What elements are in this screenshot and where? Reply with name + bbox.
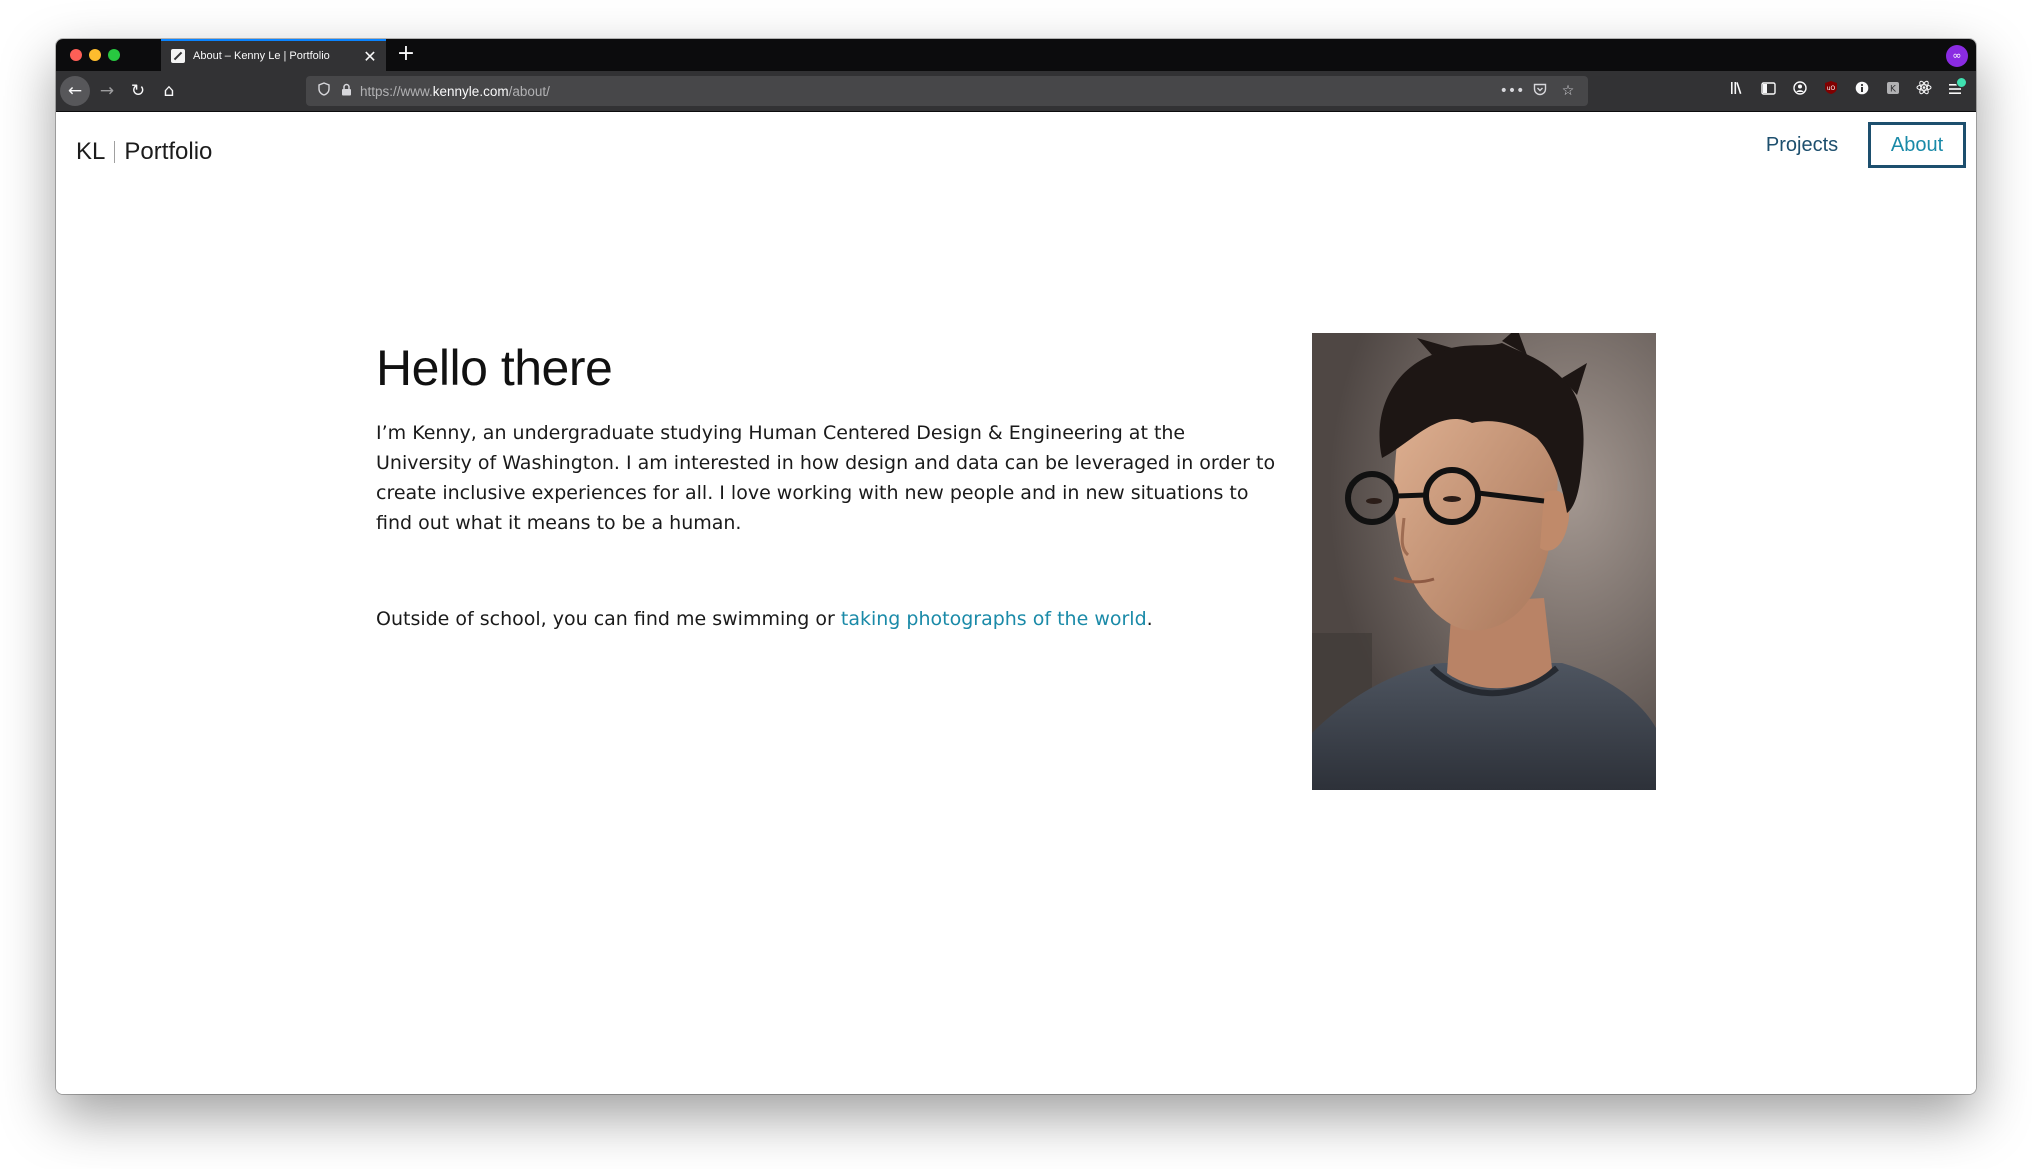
browser-tab-active[interactable]: About – Kenny Le | Portfolio ✕ — [161, 39, 386, 71]
photography-link[interactable]: taking photographs of the world — [841, 608, 1147, 630]
url-path: /about/ — [508, 83, 550, 99]
tab-close-icon[interactable]: ✕ — [360, 47, 380, 66]
nav-projects-link[interactable]: Projects — [1738, 122, 1866, 168]
page-actions-more-icon[interactable]: ••• — [1498, 83, 1526, 99]
tracking-protection-shield-icon[interactable] — [312, 82, 336, 100]
extension-icon[interactable]: K — [1877, 76, 1908, 106]
library-icon[interactable] — [1722, 76, 1753, 106]
hobbies-paragraph: Outside of school, you can find me swimm… — [376, 604, 1281, 634]
toolbar-extensions: uO K — [1722, 76, 1970, 106]
update-badge-icon — [1956, 77, 1967, 88]
nav-about-link[interactable]: About — [1868, 122, 1966, 168]
browser-window: About – Kenny Le | Portfolio ✕ + ∞ ← → ↻… — [56, 39, 1976, 1094]
hamburger-menu-icon[interactable] — [1939, 76, 1970, 106]
back-button[interactable]: ← — [60, 76, 90, 106]
page-title: Hello there — [376, 340, 613, 396]
home-button[interactable]: ⌂ — [154, 76, 184, 106]
pocket-icon[interactable] — [1526, 83, 1554, 100]
url-actions: ••• ☆ — [1498, 76, 1582, 106]
lock-icon[interactable] — [336, 83, 356, 99]
forward-button[interactable]: → — [92, 76, 122, 106]
zoom-window-button[interactable] — [108, 49, 120, 61]
hobbies-period: . — [1146, 608, 1153, 630]
sidebar-icon[interactable] — [1753, 76, 1784, 106]
profile-photo — [1312, 333, 1656, 790]
page-content: KL Portfolio Projects About Hello there … — [56, 112, 1976, 1094]
reload-button[interactable]: ↻ — [123, 76, 153, 106]
navigation-toolbar: ← → ↻ ⌂ https://www.kennyle.com/about/ •… — [56, 71, 1976, 112]
tab-strip: About – Kenny Le | Portfolio ✕ + ∞ — [56, 39, 1976, 71]
intro-paragraph: I’m Kenny, an undergraduate studying Hum… — [376, 422, 1276, 534]
ublock-origin-icon[interactable]: uO — [1815, 76, 1846, 106]
private-mask-icon[interactable]: ∞ — [1946, 45, 1968, 67]
url-host: kennyle.com — [432, 83, 509, 99]
site-brand-logo[interactable]: KL Portfolio — [76, 138, 212, 166]
react-devtools-icon[interactable] — [1908, 76, 1939, 106]
tab-title: About – Kenny Le | Portfolio — [193, 50, 330, 62]
site-favicon-icon — [171, 49, 185, 63]
new-tab-button[interactable]: + — [392, 41, 420, 69]
url-text[interactable]: https://www.kennyle.com/about/ — [360, 84, 550, 99]
account-icon[interactable] — [1784, 76, 1815, 106]
hobbies-text: Outside of school, you can find me swimm… — [376, 608, 841, 630]
brand-divider — [114, 141, 116, 163]
url-scheme: https://www. — [360, 83, 433, 99]
url-bar[interactable]: https://www.kennyle.com/about/ ••• ☆ — [306, 76, 1588, 106]
close-window-button[interactable] — [70, 49, 82, 61]
svg-text:uO: uO — [1826, 85, 1835, 92]
minimize-window-button[interactable] — [89, 49, 101, 61]
info-icon[interactable] — [1846, 76, 1877, 106]
bookmark-star-icon[interactable]: ☆ — [1554, 83, 1582, 99]
brand-initials: KL — [76, 138, 106, 165]
brand-name: Portfolio — [124, 138, 213, 165]
